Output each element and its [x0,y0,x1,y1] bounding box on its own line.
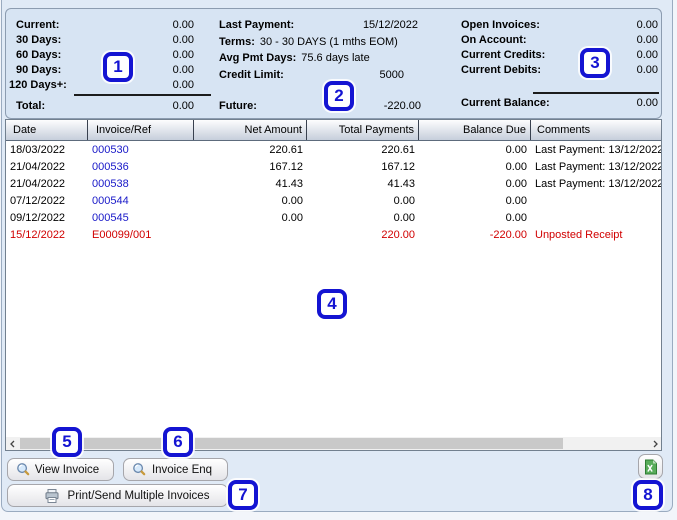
excel-export-button[interactable] [638,454,663,479]
scrollbar-thumb[interactable] [20,438,563,449]
print-send-label: Print/Send Multiple Invoices [60,490,227,502]
invoice-table: Date Invoice/Ref Net Amount Total Paymen… [5,119,662,451]
current-debits-row: Current Debits: 0.00 [461,62,658,77]
view-invoice-button[interactable]: View Invoice [7,458,114,481]
view-invoice-label: View Invoice [31,464,113,476]
annotation-3: 3 [580,48,610,78]
annotation-6: 6 [163,427,193,457]
current-credits-row: Current Credits: 0.00 [461,47,658,62]
table-row[interactable]: 21/04/2022 000536 167.12 167.12 0.00 Las… [6,159,661,176]
aging-row-30: 30 Days: 0.00 [16,32,194,47]
magnifier-icon [132,462,147,477]
column-header-net-amount[interactable]: Net Amount [194,120,307,140]
annotation-7: 7 [228,480,258,510]
aging-row-120: 120 Days+: 0.00 [9,77,194,92]
column-header-invoice-ref[interactable]: Invoice/Ref [88,120,194,140]
annotation-1: 1 [103,52,133,82]
invoice-enq-button[interactable]: Invoice Enq [123,458,228,481]
current-balance-row: Current Balance: 0.00 [461,95,658,110]
credit-limit-row: Credit Limit: 5000 [219,67,404,82]
avg-pmt-days-row: Avg Pmt Days: 75.6 days late [219,50,459,65]
chevron-left-icon[interactable] [6,437,19,450]
customer-account-enquiry: Current: 0.00 30 Days: 0.00 60 Days: 0.0… [0,0,677,520]
future-row: Future: -220.00 [219,98,421,113]
invoice-enq-label: Invoice Enq [147,464,227,476]
balance-rule [533,92,659,94]
column-header-comments[interactable]: Comments [531,120,661,140]
annotation-4: 4 [317,289,347,319]
on-account-row: On Account: 0.00 [461,32,658,47]
table-body: 18/03/2022 000530 220.61 220.61 0.00 Las… [6,142,661,244]
aging-total-row: Total: 0.00 [16,98,194,113]
last-payment-row: Last Payment: 15/12/2022 [219,17,418,32]
print-send-multiple-invoices-button[interactable]: Print/Send Multiple Invoices [7,484,228,507]
chevron-right-icon[interactable] [648,437,661,450]
table-row-unposted-receipt[interactable]: 15/12/2022 E00099/001 220.00 -220.00 Unp… [6,227,661,244]
annotation-2: 2 [324,81,354,111]
open-invoices-row: Open Invoices: 0.00 [461,17,658,32]
column-header-total-payments[interactable]: Total Payments [307,120,419,140]
aging-total-rule [74,94,211,96]
table-row[interactable]: 21/04/2022 000538 41.43 41.43 0.00 Last … [6,176,661,193]
column-header-date[interactable]: Date [6,120,88,140]
magnifier-icon [16,462,31,477]
annotation-5: 5 [52,427,82,457]
horizontal-scrollbar[interactable] [6,437,661,450]
excel-icon [643,459,659,475]
table-row[interactable]: 07/12/2022 000544 0.00 0.00 0.00 [6,193,661,210]
annotation-8: 8 [633,480,663,510]
aging-row-current: Current: 0.00 [16,17,194,32]
column-header-balance-due[interactable]: Balance Due [419,120,531,140]
terms-row: Terms: 30 - 30 DAYS (1 mths EOM) [219,34,459,49]
table-row[interactable]: 18/03/2022 000530 220.61 220.61 0.00 Las… [6,142,661,159]
table-row[interactable]: 09/12/2022 000545 0.00 0.00 0.00 [6,210,661,227]
printer-icon [44,488,60,504]
table-header: Date Invoice/Ref Net Amount Total Paymen… [6,120,661,141]
